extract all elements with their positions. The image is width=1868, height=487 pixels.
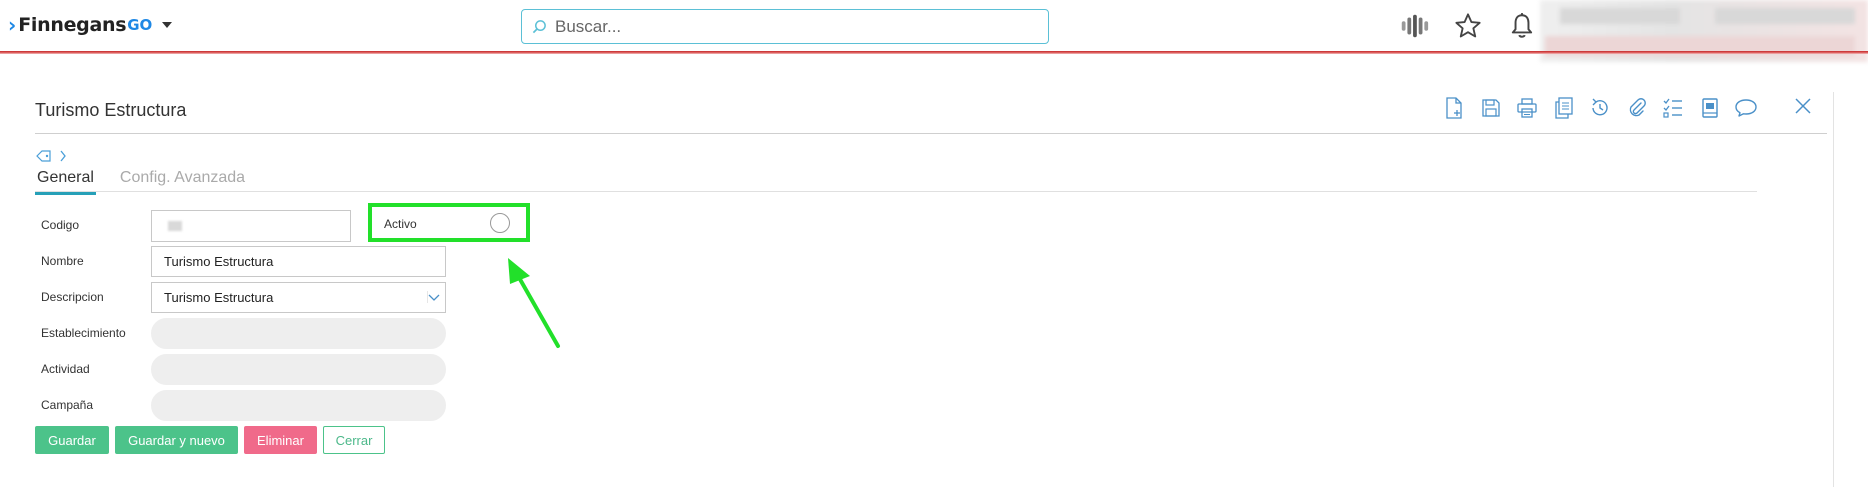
page-title: Turismo Estructura [35,100,187,120]
establecimiento-field[interactable] [151,318,446,349]
book-icon[interactable] [1692,96,1728,120]
establecimiento-label: Establecimiento [41,326,126,340]
star-icon[interactable] [1452,11,1484,41]
toolbar [1436,96,1765,120]
save-icon[interactable] [1473,96,1509,120]
nombre-field[interactable]: Turismo Estructura [151,246,446,277]
title-divider [35,133,1827,134]
comment-icon[interactable] [1728,96,1764,120]
descripcion-value: Turismo Estructura [164,290,274,305]
bell-icon[interactable] [1506,11,1538,41]
search-icon [532,20,546,34]
logo-chevron-icon: › [8,13,17,37]
panel-border [1833,92,1834,487]
logo-text: Finnegans [18,14,127,36]
history-icon[interactable] [1582,96,1618,120]
chevron-down-icon[interactable] [162,22,173,28]
guardar-button[interactable]: Guardar [35,426,109,454]
chevron-right-icon [60,150,66,162]
guardar-nuevo-button[interactable]: Guardar y nuevo [115,426,238,454]
new-document-icon[interactable] [1436,96,1472,120]
print-icon[interactable] [1509,96,1545,120]
top-bar-divider [0,51,1868,54]
campana-field[interactable] [151,390,446,421]
annotation-arrow [508,258,560,348]
campana-label: Campaña [41,398,94,412]
copy-icon[interactable] [1546,96,1582,120]
tabs-divider [35,191,1757,192]
activo-toggle[interactable] [490,213,510,233]
codigo-label: Codigo [41,218,80,232]
app-logo[interactable]: › Finnegans GO [8,13,173,37]
cerrar-button[interactable]: Cerrar [323,426,385,454]
search-input[interactable] [555,16,1035,37]
actividad-field[interactable] [151,354,446,385]
close-icon[interactable] [1790,94,1816,118]
attach-icon[interactable] [1619,96,1655,120]
descripcion-select[interactable]: Turismo Estructura [151,282,446,313]
nombre-label: Nombre [41,254,84,268]
logo-go: GO [127,16,153,34]
eliminar-button[interactable]: Eliminar [244,426,317,454]
descripcion-label: Descripcion [41,290,104,304]
top-bar: › Finnegans GO [0,0,1868,62]
codigo-value [168,221,182,231]
codigo-field[interactable] [151,210,351,242]
actividad-label: Actividad [41,362,90,376]
tag-icon[interactable] [36,149,52,163]
chevron-down-icon[interactable] [427,291,441,303]
search-box[interactable] [521,9,1049,44]
activo-label: Activo [384,217,417,231]
voice-icon[interactable] [1398,11,1430,41]
breadcrumb [36,149,68,163]
activo-highlight: Activo [368,203,530,242]
checklist-icon[interactable] [1655,96,1691,120]
